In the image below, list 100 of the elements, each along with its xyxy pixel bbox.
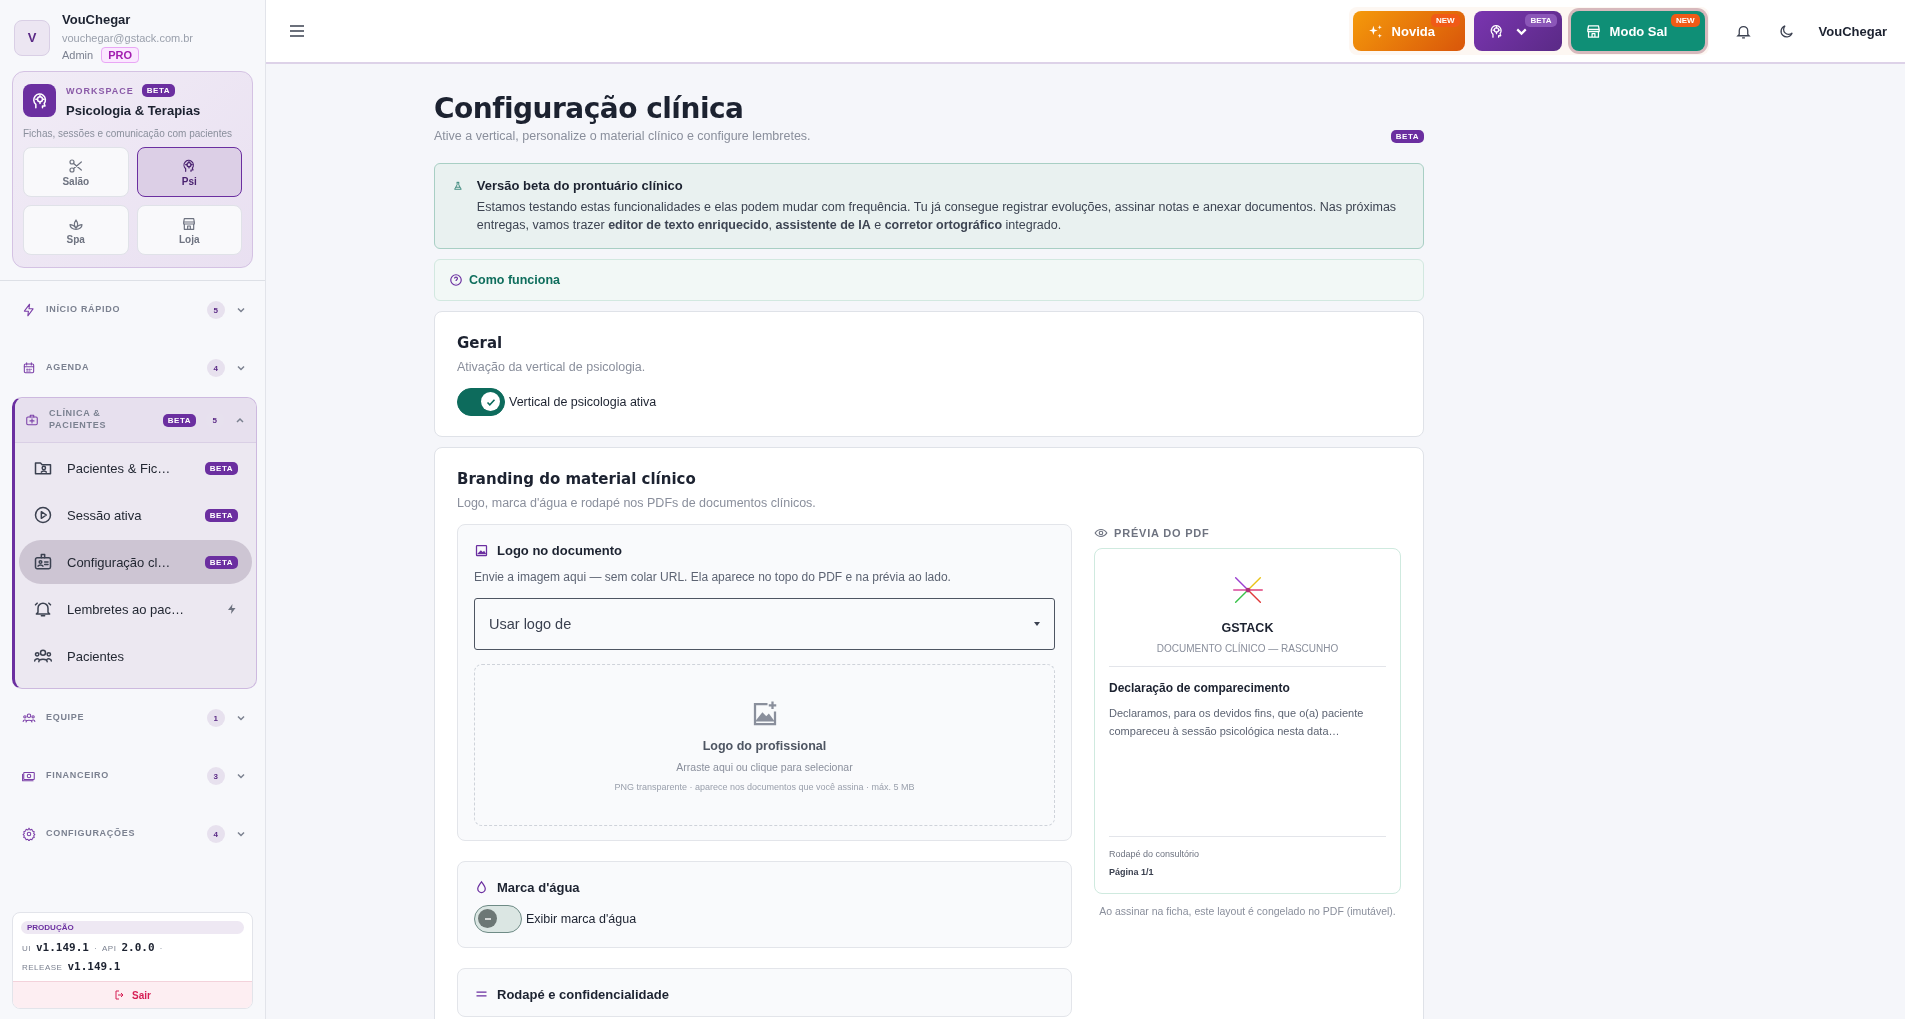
nav-group-label: EQUIPE [46,712,86,724]
card-title: Geral [457,334,504,353]
salon-mode-button[interactable]: Modo Sal NEW [1570,11,1705,51]
plan-badge: PRO [101,47,140,63]
card-title: Branding do material clínico [457,470,697,489]
section-description: Envie a imagem aqui — sem colar URL. Ela aparece no topo do PDF e na prévia ao lado. [474,570,952,585]
upload-dropzone[interactable]: Logo do profissional Arraste aqui ou clique para selecionar PNG transparente · aparece nos documentos que você assina · máx. 5 MB [474,664,1055,827]
version-value: 2.0.0 [121,941,155,954]
moon-icon[interactable] [1777,22,1795,40]
lightning-icon [226,603,238,615]
workspace-label: WORKSPACE [66,85,134,96]
vertical-option[interactable]: Loja [136,205,242,255]
toggle-label: Exibir marca d'água [526,912,637,927]
calendar-icon [22,361,36,375]
logout-button[interactable]: Sair [13,981,252,1008]
vertical-option[interactable]: Salão [23,147,129,197]
document-kind: DOCUMENTO CLÍNICO — RASCUNHO [1155,643,1340,655]
nav-group[interactable]: AGENDA 4 [12,353,257,383]
environment-label: PRODUÇÃO [21,921,244,934]
version-label: UI [22,944,31,953]
new-badge: NEW [1430,14,1460,27]
lightning-icon [22,303,36,317]
document-footer: Rodapé do consultório [1109,849,1386,860]
vertical-switch-button[interactable]: BETA [1473,11,1562,51]
nav-item[interactable]: Pacientes & Fic… BETA [19,446,252,490]
alarm-bell-icon [33,599,53,619]
nav-item-label: Pacientes & Fic… [67,460,172,476]
nav-group-label: INÍCIO RÁPIDO [46,304,122,316]
drop-icon [474,880,489,896]
beta-badge: BETA [204,555,238,569]
nav-group[interactable]: FINANCEIRO 3 [12,761,257,791]
section-title: Rodapé e confidencialidade [497,987,669,1003]
count-badge: 4 [207,825,225,843]
store-icon [181,215,198,232]
nav-item[interactable]: Sessão ativa BETA [19,493,252,537]
workspace-description: Fichas, sessões e comunicação com pacientes [23,128,233,139]
image-icon [474,543,489,559]
notice-text: Estamos testando estas funcionalidades e elas podem mudar com frequência. Tu já consegue registrar evoluções, assinar notas e anexar documentos. Nas próximas entregas, vamos trazer editor de texto enriquecido, assistente de IA e corretor ortográfico integrado. [476,199,1398,235]
version-label: API [102,944,117,953]
preview-heading: PRÉVIA DO PDF [1114,527,1210,540]
user-role: Admin [62,49,94,61]
toggle-switch[interactable] [474,905,522,934]
nav-group-label: CLÍNICA & PACIENTES [49,408,108,432]
nav-group[interactable]: EQUIPE 1 [12,703,257,733]
count-badge: 5 [207,301,225,319]
dropzone-note: PNG transparente · aparece nos documentos que você assina · máx. 5 MB [614,781,915,792]
settings-icon [22,827,36,841]
notice-title: Versão beta do prontuário clínico [476,178,684,193]
how-it-works-toggle[interactable]: Como funciona [434,259,1424,302]
page-number: Página 1/1 [1109,867,1155,878]
nav-group-label: CONFIGURAÇÕES [46,828,137,840]
people-icon [22,711,36,725]
nav-item[interactable]: Configuração cl… BETA [19,540,252,584]
nav-item-label: Sessão ativa [67,507,143,523]
user-name: VouChegar [62,12,132,27]
scissors-icon [67,157,84,174]
document-body: Declaramos, para os devidos fins, que o(a) paciente compareceu à sessão psicológica nesta data… [1109,707,1364,737]
count-badge: 4 [207,359,225,377]
beta-badge: BETA [204,461,238,475]
nav-item[interactable]: Pacientes [19,634,252,678]
count-badge: 3 [207,767,225,785]
menu-icon[interactable] [288,22,306,40]
dropzone-title: Logo do profissional [702,738,827,753]
vertical-option[interactable]: Spa [23,205,129,255]
beta-badge: BETA [141,84,176,97]
help-icon [449,273,463,288]
new-badge: NEW [1670,14,1700,27]
user-menu[interactable]: VouChegar [1818,23,1887,39]
nav-item[interactable]: Lembretes ao pac… [19,587,252,631]
store-icon [1584,22,1602,40]
user-email: vouchegar@gstack.com.br [62,32,193,44]
preview-caption: Ao assinar na ficha, este layout é congelado no PDF (imutável). [1098,904,1397,920]
brand-name: GSTACK [1220,621,1275,636]
document-title: Declaração de comparecimento [1109,681,1291,696]
beta-badge: BETA [1525,14,1557,27]
nav-group-label: AGENDA [46,362,91,374]
toggle-switch[interactable] [457,388,505,417]
beta-badge: BETA [162,413,196,427]
caret-icon [1034,622,1040,627]
version-value: v1.149.1 [36,941,89,954]
nav-group[interactable]: CONFIGURAÇÕES 4 [12,819,257,849]
beta-badge: BETA [204,508,238,522]
nav-item-label: Configuração cl… [67,554,172,570]
medical-kit-icon [25,413,39,427]
workspace-title: Psicologia & Terapias [66,103,201,118]
nav-group[interactable]: INÍCIO RÁPIDO 5 [12,295,257,325]
nav-item-label: Pacientes [67,648,126,664]
nav-group[interactable]: CLÍNICA & PACIENTES BETA 5 [15,398,256,443]
dropzone-hint: Arraste aqui ou clique para selecionar [676,760,853,773]
version-label: RELEASE [22,963,63,972]
logo-source-select[interactable]: Usar logo de [474,598,1055,651]
badge-card-icon [33,552,53,572]
beta-badge: BETA [1390,130,1424,143]
nav-group-label: FINANCEIRO [46,770,110,782]
count-badge: 1 [207,709,225,727]
version-value: v1.149.1 [67,960,121,973]
vertical-option[interactable]: Psi [136,147,242,197]
section-title: Marca d'água [497,880,580,896]
page-title: Configuração clínica [434,92,745,125]
banknote-icon [22,769,36,783]
